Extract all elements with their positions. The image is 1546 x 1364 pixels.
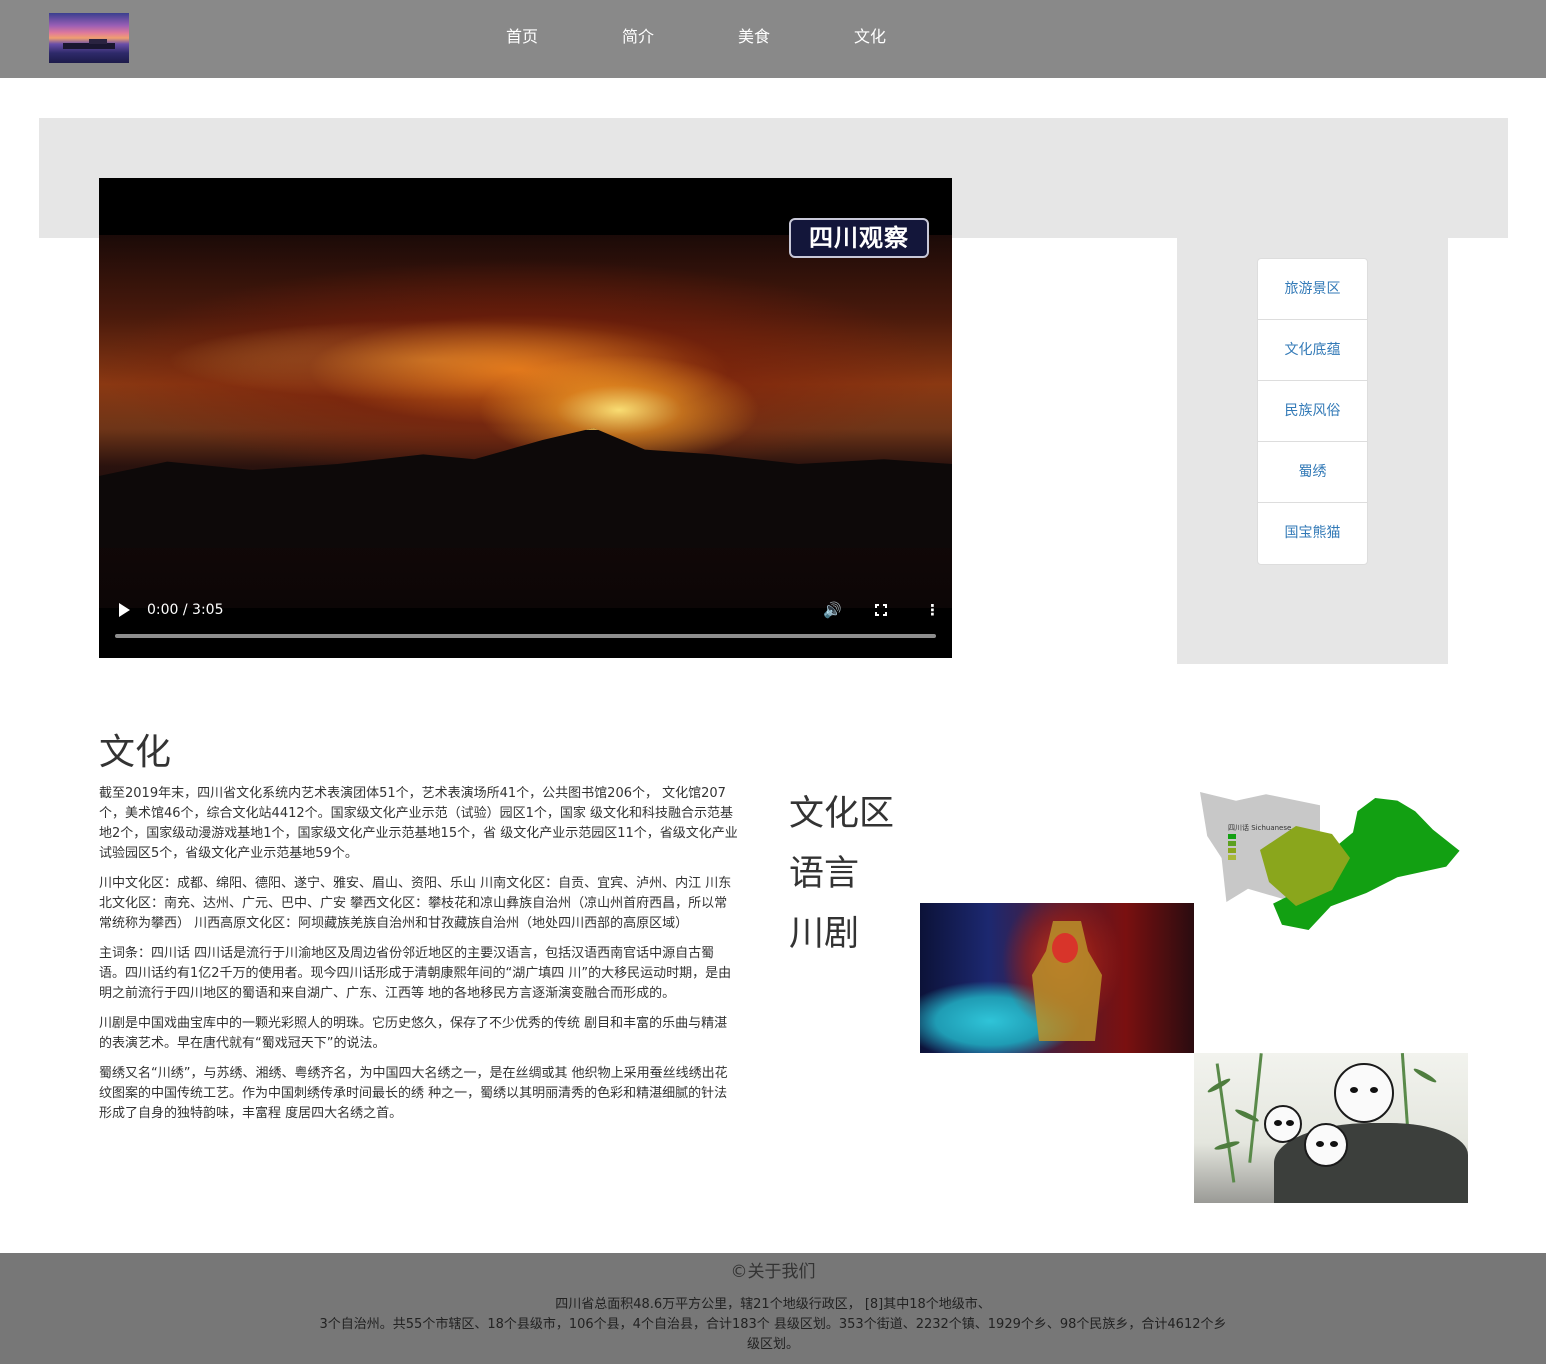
top-navbar: 首页 简介 美食 文化: [0, 0, 1546, 78]
side-item-scenic-spots[interactable]: 旅游景区: [1258, 259, 1367, 320]
footer-line: 级区划。: [746, 1337, 799, 1352]
side-item-culture-heritage[interactable]: 文化底蕴: [1258, 320, 1367, 381]
panda-shape: [1304, 1123, 1348, 1167]
dialect-map-image: 四川话 Sichuanese: [1194, 784, 1468, 934]
side-item-shu-embroidery[interactable]: 蜀绣: [1258, 442, 1367, 503]
map-legend: [1228, 834, 1272, 862]
topic-language[interactable]: 语言: [789, 852, 859, 896]
topic-culture-zone[interactable]: 文化区: [789, 792, 894, 836]
panda-embroidery-image: [1194, 1053, 1468, 1203]
panda-shape: [1264, 1105, 1302, 1143]
footer-text: 四川省总面积48.6万平方公里，辖21个地级行政区， [8]其中18个地级市、 …: [300, 1295, 1246, 1355]
footer-line: 3个自治州。共55个市辖区、18个县级市，106个县，4个自治县，合计183个 …: [319, 1317, 1227, 1332]
volume-icon[interactable]: 🔊: [823, 600, 842, 620]
side-item-giant-panda[interactable]: 国宝熊猫: [1258, 503, 1367, 564]
more-options-icon[interactable]: ⋮: [925, 600, 940, 620]
video-player[interactable]: 四川观察 0:00 / 3:05 🔊 ⋮: [99, 178, 952, 658]
opera-mask-shape: [1052, 933, 1078, 963]
footer-line: 四川省总面积48.6万平方公里，辖21个地级行政区， [8]其中18个地级市、: [555, 1297, 991, 1312]
article-paragraph: 截至2019年末，四川省文化系统内艺术表演团体51个，艺术表演场所41个，公共图…: [99, 786, 738, 861]
nav-home[interactable]: 首页: [506, 26, 538, 48]
video-channel-badge: 四川观察: [789, 218, 929, 258]
video-time: 0:00 / 3:05: [147, 602, 224, 618]
culture-article: 截至2019年末，四川省文化系统内艺术表演团体51个，艺术表演场所41个，公共图…: [99, 784, 739, 1134]
panda-shape: [1334, 1063, 1394, 1123]
side-menu: 旅游景区 文化底蕴 民族风俗 蜀绣 国宝熊猫: [1257, 258, 1368, 565]
video-controls: 0:00 / 3:05 🔊 ⋮: [99, 590, 952, 658]
footer-title[interactable]: ©关于我们: [0, 1261, 1546, 1283]
map-legend-title: 四川话 Sichuanese: [1228, 824, 1292, 832]
article-paragraph: 蜀绣又名“川绣”，与苏绣、湘绣、粤绣齐名，为中国四大名绣之一，是在丝绸或其 他织…: [99, 1066, 728, 1121]
fullscreen-icon[interactable]: [875, 604, 887, 616]
sichuan-opera-image: [920, 903, 1194, 1053]
logo-boat-shape: [89, 39, 107, 44]
topic-sichuan-opera[interactable]: 川剧: [789, 912, 859, 956]
site-logo[interactable]: [49, 13, 129, 63]
article-paragraph: 主词条：四川话 四川话是流行于川渝地区及周边省份邻近地区的主要汉语言，包括汉语西…: [99, 946, 732, 1001]
video-progress-bar[interactable]: [115, 634, 936, 638]
nav-food[interactable]: 美食: [738, 26, 770, 48]
article-paragraph: 川中文化区：成都、绵阳、德阳、遂宁、雅安、眉山、资阳、乐山 川南文化区：自贡、宜…: [99, 876, 732, 931]
article-paragraph: 川剧是中国戏曲宝库中的一颗光彩照人的明珠。它历史悠久，保存了不少优秀的传统 剧目…: [99, 1016, 728, 1051]
section-title: 文化: [99, 732, 172, 773]
play-icon[interactable]: [119, 603, 130, 617]
nav-culture[interactable]: 文化: [854, 26, 886, 48]
panda-rock-shape: [1274, 1123, 1468, 1203]
footer: ©关于我们 四川省总面积48.6万平方公里，辖21个地级行政区， [8]其中18…: [0, 1253, 1546, 1364]
side-item-ethnic-customs[interactable]: 民族风俗: [1258, 381, 1367, 442]
video-frame-sunset: [99, 235, 952, 608]
nav-intro[interactable]: 简介: [622, 26, 654, 48]
